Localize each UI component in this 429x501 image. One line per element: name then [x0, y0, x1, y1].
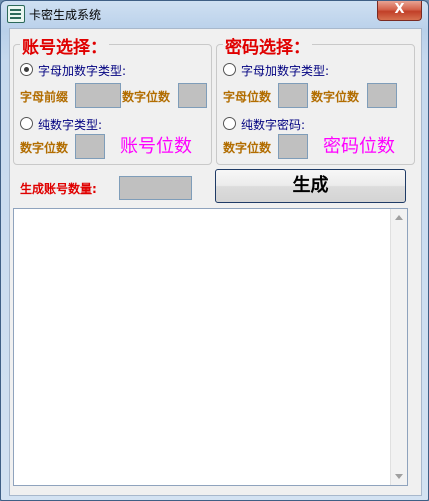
password-digits-input[interactable]	[367, 83, 397, 108]
scroll-down-arrow-icon[interactable]	[395, 474, 403, 479]
account-numeric-digits-input[interactable]	[75, 134, 105, 159]
app-icon	[7, 5, 25, 23]
generate-button[interactable]: 生成	[215, 169, 406, 203]
title-bar[interactable]: 卡密生成系统 X	[1, 1, 428, 27]
password-numeric-digits-input[interactable]	[278, 134, 308, 159]
account-alnum-radio[interactable]	[20, 63, 33, 76]
quantity-input[interactable]	[119, 176, 192, 200]
account-group: 账号选择： 字母加数字类型: 字母前缀 数字位数 纯数字类型: 数字位数 账号位…	[13, 33, 212, 165]
password-numeric-label[interactable]: 纯数字密码:	[241, 116, 305, 133]
password-letters-input[interactable]	[278, 83, 308, 108]
scroll-up-arrow-icon[interactable]	[395, 215, 403, 220]
password-group: 密码选择： 字母加数字类型: 字母位数 数字位数 纯数字密码: 数字位数 密码位…	[216, 33, 415, 165]
account-digits-label: 数字位数	[122, 90, 171, 104]
vertical-scrollbar[interactable]	[390, 209, 407, 485]
account-prefix-input[interactable]	[75, 83, 121, 108]
password-length-label: 密码位数	[323, 136, 395, 157]
password-alnum-radio[interactable]	[223, 63, 236, 76]
password-group-legend: 密码选择：	[223, 33, 312, 58]
client-area: 账号选择： 字母加数字类型: 字母前缀 数字位数 纯数字类型: 数字位数 账号位…	[9, 28, 422, 496]
password-digits-label: 数字位数	[311, 90, 360, 104]
account-prefix-label: 字母前缀	[20, 90, 69, 104]
quantity-label: 生成账号数量:	[20, 182, 97, 196]
password-letters-label: 字母位数	[223, 90, 272, 104]
output-textarea[interactable]	[13, 208, 408, 486]
close-button[interactable]: X	[377, 1, 422, 21]
window-title: 卡密生成系统	[29, 8, 102, 22]
account-numeric-radio[interactable]	[20, 117, 33, 130]
account-numeric-digits-label: 数字位数	[20, 141, 69, 155]
account-digits-input[interactable]	[178, 83, 207, 108]
account-length-label: 账号位数	[120, 136, 192, 157]
account-alnum-label[interactable]: 字母加数字类型:	[38, 62, 126, 79]
password-alnum-label[interactable]: 字母加数字类型:	[241, 62, 329, 79]
password-numeric-digits-label: 数字位数	[223, 141, 272, 155]
account-group-legend: 账号选择：	[20, 33, 109, 58]
password-numeric-radio[interactable]	[223, 117, 236, 130]
account-numeric-label[interactable]: 纯数字类型:	[38, 116, 102, 133]
main-window: 卡密生成系统 X 账号选择： 字母加数字类型: 字母前缀 数字位数 纯数字类型:…	[0, 0, 429, 501]
